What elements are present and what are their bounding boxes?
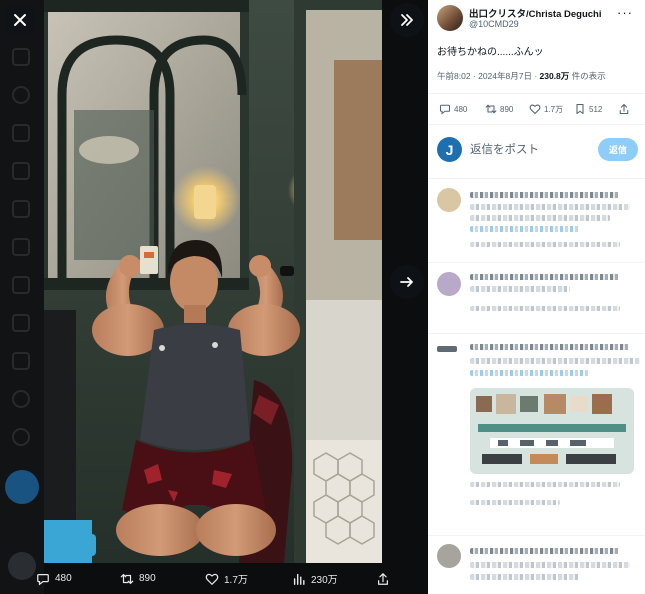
author-row: 出口クリスタ/Christa Deguchi @10CMD29 ···	[428, 0, 645, 40]
more-options-button[interactable]: ···	[617, 5, 633, 20]
divider	[428, 93, 645, 94]
communities-icon	[12, 314, 30, 332]
reply-count: 480	[454, 104, 468, 114]
reply-avatar	[437, 346, 457, 352]
close-button[interactable]	[3, 3, 37, 37]
reply-item[interactable]	[428, 538, 645, 594]
reply-text-pixelated	[470, 215, 610, 221]
repost-button[interactable]: 890	[485, 103, 513, 115]
reply-avatar	[437, 544, 461, 568]
media-like-count: 1.7万	[224, 575, 248, 586]
bookmarks-icon	[12, 276, 30, 294]
divider	[428, 535, 645, 536]
share-icon	[378, 572, 388, 585]
reply-composer: J 返信	[428, 128, 645, 172]
reply-item[interactable]	[428, 182, 645, 260]
post-timestamp[interactable]: 午前8:02 · 2024年8月7日 ·	[437, 71, 540, 81]
reply-avatar	[437, 188, 461, 212]
author-name[interactable]: 出口クリスタ/Christa Deguchi	[469, 6, 602, 20]
media-views-count: 230万	[311, 575, 338, 586]
next-media-button[interactable]	[390, 265, 424, 299]
more-icon: ···	[617, 5, 633, 20]
reply-actions-pixelated	[470, 242, 620, 247]
post-views-count: 230.8万	[539, 71, 570, 81]
reply-actions-pixelated	[470, 306, 620, 311]
divider	[428, 262, 645, 263]
pixelated-image	[470, 388, 634, 474]
reply-text-pixelated	[470, 358, 640, 364]
media-action-bar: 480 890 1.7万 230万	[0, 563, 428, 594]
reply-button[interactable]: 480	[439, 103, 467, 115]
home-icon	[12, 48, 30, 66]
lists-icon	[12, 238, 30, 256]
reply-author-pixelated	[470, 548, 620, 554]
premium-icon	[12, 352, 30, 370]
author-avatar[interactable]	[437, 5, 463, 31]
repost-icon	[485, 104, 497, 114]
reply-submit-button[interactable]: 返信	[598, 138, 638, 161]
messages-icon	[12, 162, 30, 180]
views-icon	[293, 573, 305, 585]
post-action-bar: 480 890 1.7万 512	[428, 100, 645, 120]
bookmark-count: 512	[589, 104, 603, 114]
like-count: 1.7万	[544, 104, 564, 114]
close-icon	[14, 14, 26, 26]
reply-text-pixelated	[470, 370, 590, 376]
media-repost-button[interactable]: 890	[120, 572, 156, 586]
share-button[interactable]	[618, 103, 630, 115]
reply-item[interactable]	[428, 266, 645, 332]
divider	[428, 333, 645, 334]
reply-text-pixelated	[470, 226, 580, 232]
reply-text-pixelated	[470, 574, 580, 580]
reply-icon	[37, 573, 49, 585]
media-like-button[interactable]: 1.7万	[205, 571, 248, 586]
media-viewer: 480 890 1.7万 230万	[0, 0, 428, 594]
more-options-icon	[12, 428, 30, 446]
media-views-button[interactable]: 230万	[292, 571, 338, 586]
reply-author-pixelated	[470, 344, 630, 350]
post-detail-panel: 出口クリスタ/Christa Deguchi @10CMD29 ··· お待ちか…	[428, 0, 645, 594]
post-meta: 午前8:02 · 2024年8月7日 · 230.8万 件の表示	[437, 70, 606, 82]
share-icon	[619, 103, 629, 115]
photo-illustration	[44, 0, 382, 563]
current-user-avatar: J	[437, 137, 462, 162]
reply-text-pixelated	[470, 562, 630, 568]
expand-panel-button[interactable]	[390, 3, 424, 37]
reply-author-pixelated	[470, 192, 620, 198]
reply-image-pixelated[interactable]	[470, 388, 634, 474]
compose-button	[5, 470, 39, 504]
reply-actions-pixelated	[470, 482, 620, 487]
media-share-button[interactable]	[376, 572, 390, 586]
like-icon	[529, 104, 541, 115]
repost-count: 890	[500, 104, 514, 114]
reply-avatar	[437, 272, 461, 296]
media-reply-count: 480	[55, 573, 72, 584]
author-handle[interactable]: @10CMD29	[469, 19, 519, 29]
bookmark-icon	[576, 103, 584, 115]
media-repost-count: 890	[139, 573, 156, 584]
post-photo	[44, 0, 382, 563]
expand-icon	[401, 14, 413, 26]
reply-icon	[439, 104, 451, 115]
reply-text-pixelated	[470, 286, 570, 292]
media-reply-button[interactable]: 480	[36, 572, 72, 586]
repost-icon	[120, 573, 134, 584]
background-sidebar	[0, 0, 44, 594]
like-icon	[205, 573, 219, 585]
reply-actions-pixelated	[470, 500, 560, 505]
divider	[428, 124, 645, 125]
notifications-icon	[12, 124, 30, 142]
next-arrow-icon	[400, 277, 413, 287]
profile-icon	[12, 390, 30, 408]
grok-icon	[12, 200, 30, 218]
reply-text-pixelated	[470, 204, 630, 210]
post-views-suffix: 件の表示	[569, 71, 606, 81]
reply-input[interactable]	[470, 140, 600, 160]
reply-author-pixelated	[470, 274, 620, 280]
bookmark-button[interactable]: 512	[574, 103, 602, 115]
divider	[428, 178, 645, 179]
search-icon	[12, 86, 30, 104]
like-button[interactable]: 1.7万	[529, 103, 563, 115]
post-text: お待ちかねの......ふんッ	[437, 47, 544, 58]
